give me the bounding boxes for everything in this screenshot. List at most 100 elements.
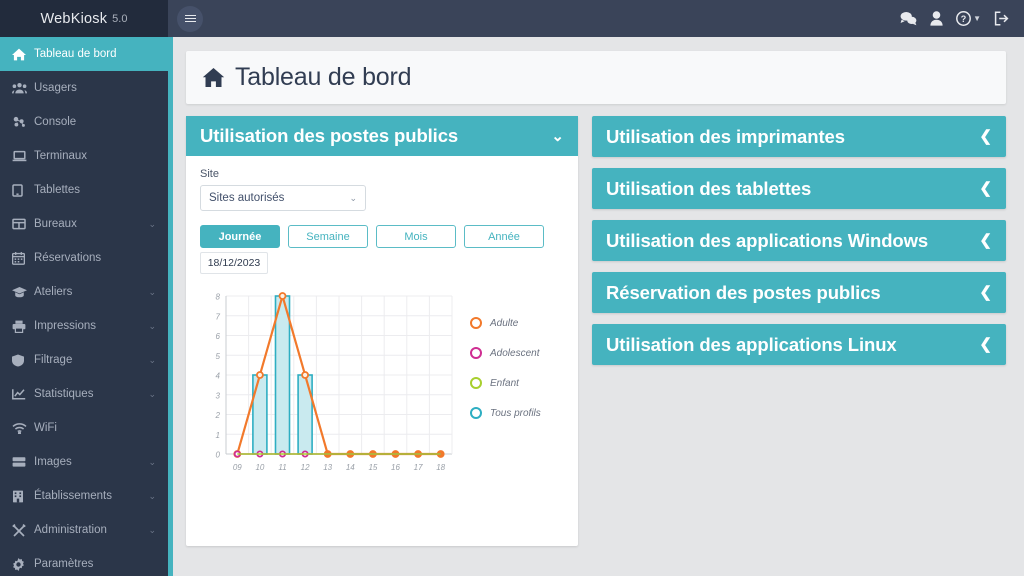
legend-item[interactable]: Enfant [470, 368, 541, 398]
period-button-mois[interactable]: Mois [376, 225, 456, 248]
chevron-left-icon[interactable]: ❮ [979, 337, 992, 352]
chevron-down-icon: ⌄ [148, 320, 156, 331]
sidebar-item-label: Impressions [34, 320, 96, 332]
chevron-down-icon: ⌄ [148, 218, 156, 229]
chevron-down-icon: ⌄ [148, 286, 156, 297]
chevron-left-icon[interactable]: ❮ [979, 181, 992, 196]
period-button-annee[interactable]: Année [464, 225, 544, 248]
sidebar-item-label: Tableau de bord [34, 48, 117, 60]
logout-icon[interactable] [994, 11, 1010, 26]
site-field-label: Site [200, 168, 219, 180]
sidebar-item-label: Administration [34, 524, 107, 536]
sidebar-item-tablettes[interactable]: Tablettes [0, 173, 168, 207]
panel-body: Site Sites autorisés ⌄ Journée Semaine Moi… [186, 156, 578, 546]
users-icon [12, 82, 31, 94]
sidebar-item-terminaux[interactable]: Terminaux [0, 139, 168, 173]
help-icon[interactable]: ? ▼ [956, 11, 981, 26]
svg-text:12: 12 [301, 463, 310, 472]
sidebar-item-label: Établissements [34, 490, 112, 502]
date-input[interactable]: 18/12/2023 [200, 252, 268, 274]
legend-label: Adolescent [490, 347, 540, 359]
sidebar-item-etablissements[interactable]: Établissements ⌄ [0, 479, 168, 513]
building-icon [12, 490, 31, 503]
sidebar-item-tableau-de-bord[interactable]: Tableau de bord [0, 37, 168, 71]
gear-icon [12, 557, 31, 571]
sidebar-item-parametres[interactable]: Paramètres [0, 547, 168, 576]
sidebar-item-usagers[interactable]: Usagers [0, 71, 168, 105]
hamburger-icon[interactable] [177, 5, 203, 32]
panel-public-workstations-header[interactable]: Utilisation des postes publics ⌄ [186, 116, 578, 156]
user-icon[interactable] [930, 11, 943, 26]
legend-item[interactable]: Tous profils [470, 398, 541, 428]
chevron-down-icon: ⌄ [148, 456, 156, 467]
legend-item[interactable]: Adolescent [470, 338, 541, 368]
chat-icon[interactable] [900, 11, 917, 26]
sidebar-item-filtrage[interactable]: Filtrage ⌄ [0, 343, 168, 377]
site-select-value: Sites autorisés [209, 192, 285, 204]
legend-color-swatch [470, 317, 482, 329]
legend-color-swatch [470, 347, 482, 359]
sidebar-item-label: Réservations [34, 252, 102, 264]
svg-text:0: 0 [216, 451, 221, 460]
sidebar-item-bureaux[interactable]: Bureaux ⌄ [0, 207, 168, 241]
chevron-left-icon[interactable]: ❮ [979, 129, 992, 144]
site-select[interactable]: Sites autorisés ⌄ [200, 185, 366, 211]
accordion-item-title: Utilisation des tablettes [606, 178, 812, 200]
svg-text:10: 10 [255, 463, 264, 472]
console-icon [12, 116, 31, 128]
svg-text:1: 1 [216, 431, 220, 440]
svg-text:5: 5 [216, 352, 221, 361]
left-column: Utilisation des postes publics ⌄ Site Si… [186, 116, 578, 546]
brand-name: WebKiosk [40, 10, 108, 27]
page-header-card: Tableau de bord [186, 51, 1006, 104]
period-button-semaine[interactable]: Semaine [288, 225, 368, 248]
laptop-icon [12, 150, 31, 162]
sidebar-item-administration[interactable]: Administration ⌄ [0, 513, 168, 547]
usage-chart: 01234567809 10 11 12 13 14 15 16 17 18 [215, 292, 453, 472]
calendar-icon [12, 251, 31, 265]
chevron-left-icon[interactable]: ❮ [979, 233, 992, 248]
top-bar: ? ▼ [168, 0, 1024, 37]
chart-legend: Adulte Adolescent Enfant Tous profils [470, 286, 541, 486]
svg-text:18: 18 [436, 463, 445, 472]
accordion-item[interactable]: Réservation des postes publics ❮ [592, 272, 1006, 314]
sidebar-item-label: Paramètres [34, 558, 94, 570]
chevron-down-icon: ⌄ [349, 192, 357, 203]
legend-color-swatch [470, 377, 482, 389]
period-button-journee[interactable]: Journée [200, 225, 280, 248]
svg-text:09: 09 [233, 463, 242, 472]
sidebar-item-reservations[interactable]: Réservations [0, 241, 168, 275]
main-region: ? ▼ Tableau de bord Utilisation des post… [168, 0, 1024, 576]
legend-label: Adulte [490, 317, 519, 329]
accordion-item[interactable]: Utilisation des imprimantes ❮ [592, 116, 1006, 158]
chevron-left-icon[interactable]: ❮ [979, 285, 992, 300]
sidebar-item-wifi[interactable]: WiFi [0, 411, 168, 445]
application-window: WebKiosk 5.0 Tableau de bord Usagers Conso… [0, 0, 1024, 576]
svg-text:11: 11 [278, 463, 286, 472]
accordion-item[interactable]: Utilisation des applications Linux ❮ [592, 324, 1006, 366]
chevron-down-icon[interactable]: ⌄ [551, 129, 564, 144]
accordion-item-title: Utilisation des applications Linux [606, 334, 897, 356]
sidebar-item-label: Tablettes [34, 184, 81, 196]
sidebar-item-statistiques[interactable]: Statistiques ⌄ [0, 377, 168, 411]
sidebar-item-impressions[interactable]: Impressions ⌄ [0, 309, 168, 343]
svg-text:?: ? [961, 14, 967, 24]
wifi-icon [12, 422, 31, 434]
tablet-icon [12, 183, 31, 197]
sidebar-item-label: Statistiques [34, 388, 94, 400]
brand-logo[interactable]: WebKiosk 5.0 [0, 0, 168, 37]
sidebar-item-images[interactable]: Images ⌄ [0, 445, 168, 479]
sidebar-item-label: Ateliers [34, 286, 73, 298]
printer-icon [12, 320, 31, 333]
accordion-item[interactable]: Utilisation des tablettes ❮ [592, 168, 1006, 210]
sidebar-item-label: Usagers [34, 82, 77, 94]
accordion-item[interactable]: Utilisation des applications Windows ❮ [592, 220, 1006, 262]
tools-icon [12, 523, 31, 537]
dashboard-columns: Utilisation des postes publics ⌄ Site Si… [186, 116, 1006, 546]
chart-line-icon [12, 388, 31, 400]
shield-icon [12, 354, 31, 367]
accordion-column: Utilisation des imprimantes ❮ Utilisation … [592, 116, 1006, 376]
sidebar-item-ateliers[interactable]: Ateliers ⌄ [0, 275, 168, 309]
legend-item[interactable]: Adulte [470, 308, 541, 338]
sidebar-item-console[interactable]: Console [0, 105, 168, 139]
